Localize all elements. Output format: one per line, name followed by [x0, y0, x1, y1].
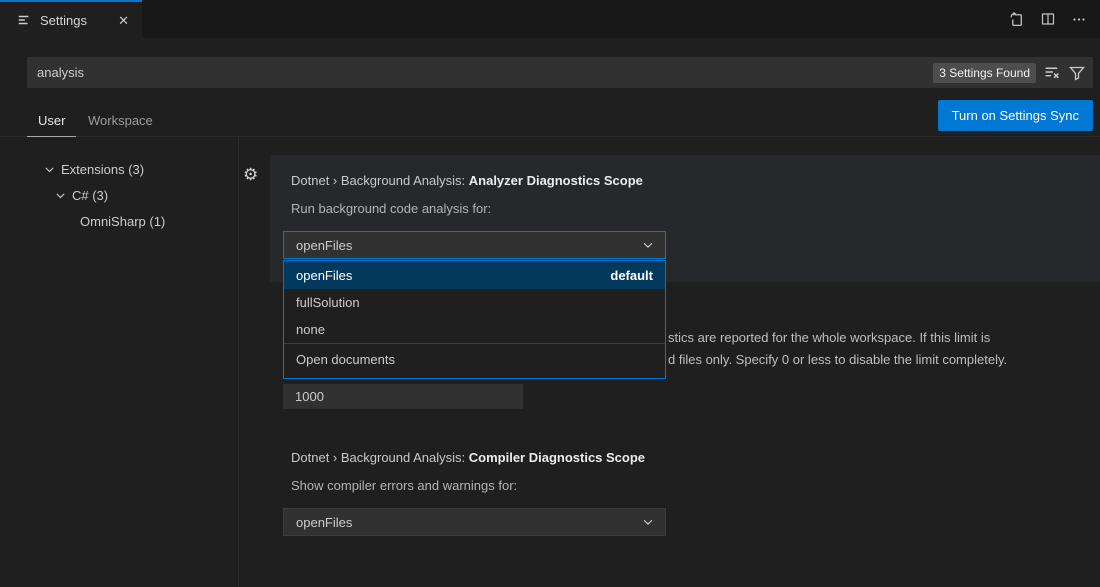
compiler-scope-select[interactable]: openFiles [283, 508, 666, 536]
settings-list-icon [17, 13, 31, 27]
select-value: openFiles [296, 515, 352, 530]
gear-icon[interactable]: ⚙ [243, 165, 258, 185]
option-label: none [296, 322, 325, 337]
setting-description: Run background code analysis for: [291, 201, 491, 216]
option-label: openFiles [296, 268, 352, 283]
search-toolbar [1044, 64, 1085, 81]
turn-on-settings-sync-button[interactable]: Turn on Settings Sync [938, 100, 1093, 131]
tab-title: Settings [40, 13, 87, 28]
dropdown-option-detail: Open documents [284, 344, 665, 378]
more-actions-icon[interactable] [1068, 8, 1090, 30]
split-editor-icon[interactable] [1037, 8, 1059, 30]
search-input[interactable] [37, 65, 933, 80]
settings-tree: Extensions (3) C# (3) OmniSharp (1) [0, 156, 238, 234]
tab-user[interactable]: User [27, 104, 76, 137]
setting-title-compiler-scope: Dotnet › Background Analysis: Compiler D… [291, 450, 645, 465]
sidebar-divider[interactable] [238, 137, 239, 587]
clear-search-results-icon[interactable] [1044, 64, 1061, 81]
setting-label: Analyzer Diagnostics Scope [469, 173, 643, 188]
max-files-description-line2: d files only. Specify 0 or less to disab… [668, 352, 1100, 367]
analyzer-scope-dropdown: openFiles default fullSolution none Open… [283, 260, 666, 379]
setting-title-analyzer-scope: Dotnet › Background Analysis: Analyzer D… [291, 173, 643, 188]
chevron-down-icon [54, 189, 67, 202]
settings-editor-window: Settings ✕ [0, 0, 1100, 587]
tree-item-omnisharp[interactable]: OmniSharp (1) [0, 208, 238, 234]
tree-item-label: C# (3) [72, 188, 108, 203]
dropdown-option-openfiles[interactable]: openFiles default [284, 261, 665, 289]
editor-actions [1005, 0, 1090, 38]
tree-item-csharp[interactable]: C# (3) [0, 182, 238, 208]
analyzer-scope-select[interactable]: openFiles [283, 231, 666, 259]
scope-toolbar: User Workspace Turn on Settings Sync [0, 100, 1100, 137]
open-settings-json-icon[interactable] [1005, 8, 1028, 31]
setting-category: Dotnet › Background Analysis: [291, 173, 469, 188]
chevron-down-icon [641, 238, 655, 252]
default-badge: default [610, 268, 653, 283]
tab-settings[interactable]: Settings ✕ [0, 0, 142, 38]
results-count-badge: 3 Settings Found [933, 63, 1036, 83]
tree-item-extensions[interactable]: Extensions (3) [0, 156, 238, 182]
filter-icon[interactable] [1069, 65, 1085, 81]
chevron-down-icon [641, 515, 655, 529]
max-files-input[interactable] [283, 384, 523, 409]
tab-strip: Settings ✕ [0, 0, 1100, 38]
tab-workspace[interactable]: Workspace [77, 104, 164, 137]
tree-item-label: Extensions (3) [61, 162, 144, 177]
setting-description: Show compiler errors and warnings for: [291, 478, 517, 493]
tree-item-label: OmniSharp (1) [80, 214, 165, 229]
setting-category: Dotnet › Background Analysis: [291, 450, 469, 465]
select-value: openFiles [296, 238, 352, 253]
settings-search-box: 3 Settings Found [27, 57, 1093, 88]
dropdown-option-fullsolution[interactable]: fullSolution [284, 289, 665, 316]
close-icon[interactable]: ✕ [115, 12, 132, 29]
tab-workspace-label: Workspace [88, 113, 153, 128]
tab-user-label: User [38, 113, 65, 128]
chevron-down-icon [43, 163, 56, 176]
setting-label: Compiler Diagnostics Scope [469, 450, 645, 465]
dropdown-option-none[interactable]: none [284, 316, 665, 343]
max-files-description-line1: stics are reported for the whole workspa… [668, 330, 1100, 345]
option-label: fullSolution [296, 295, 360, 310]
